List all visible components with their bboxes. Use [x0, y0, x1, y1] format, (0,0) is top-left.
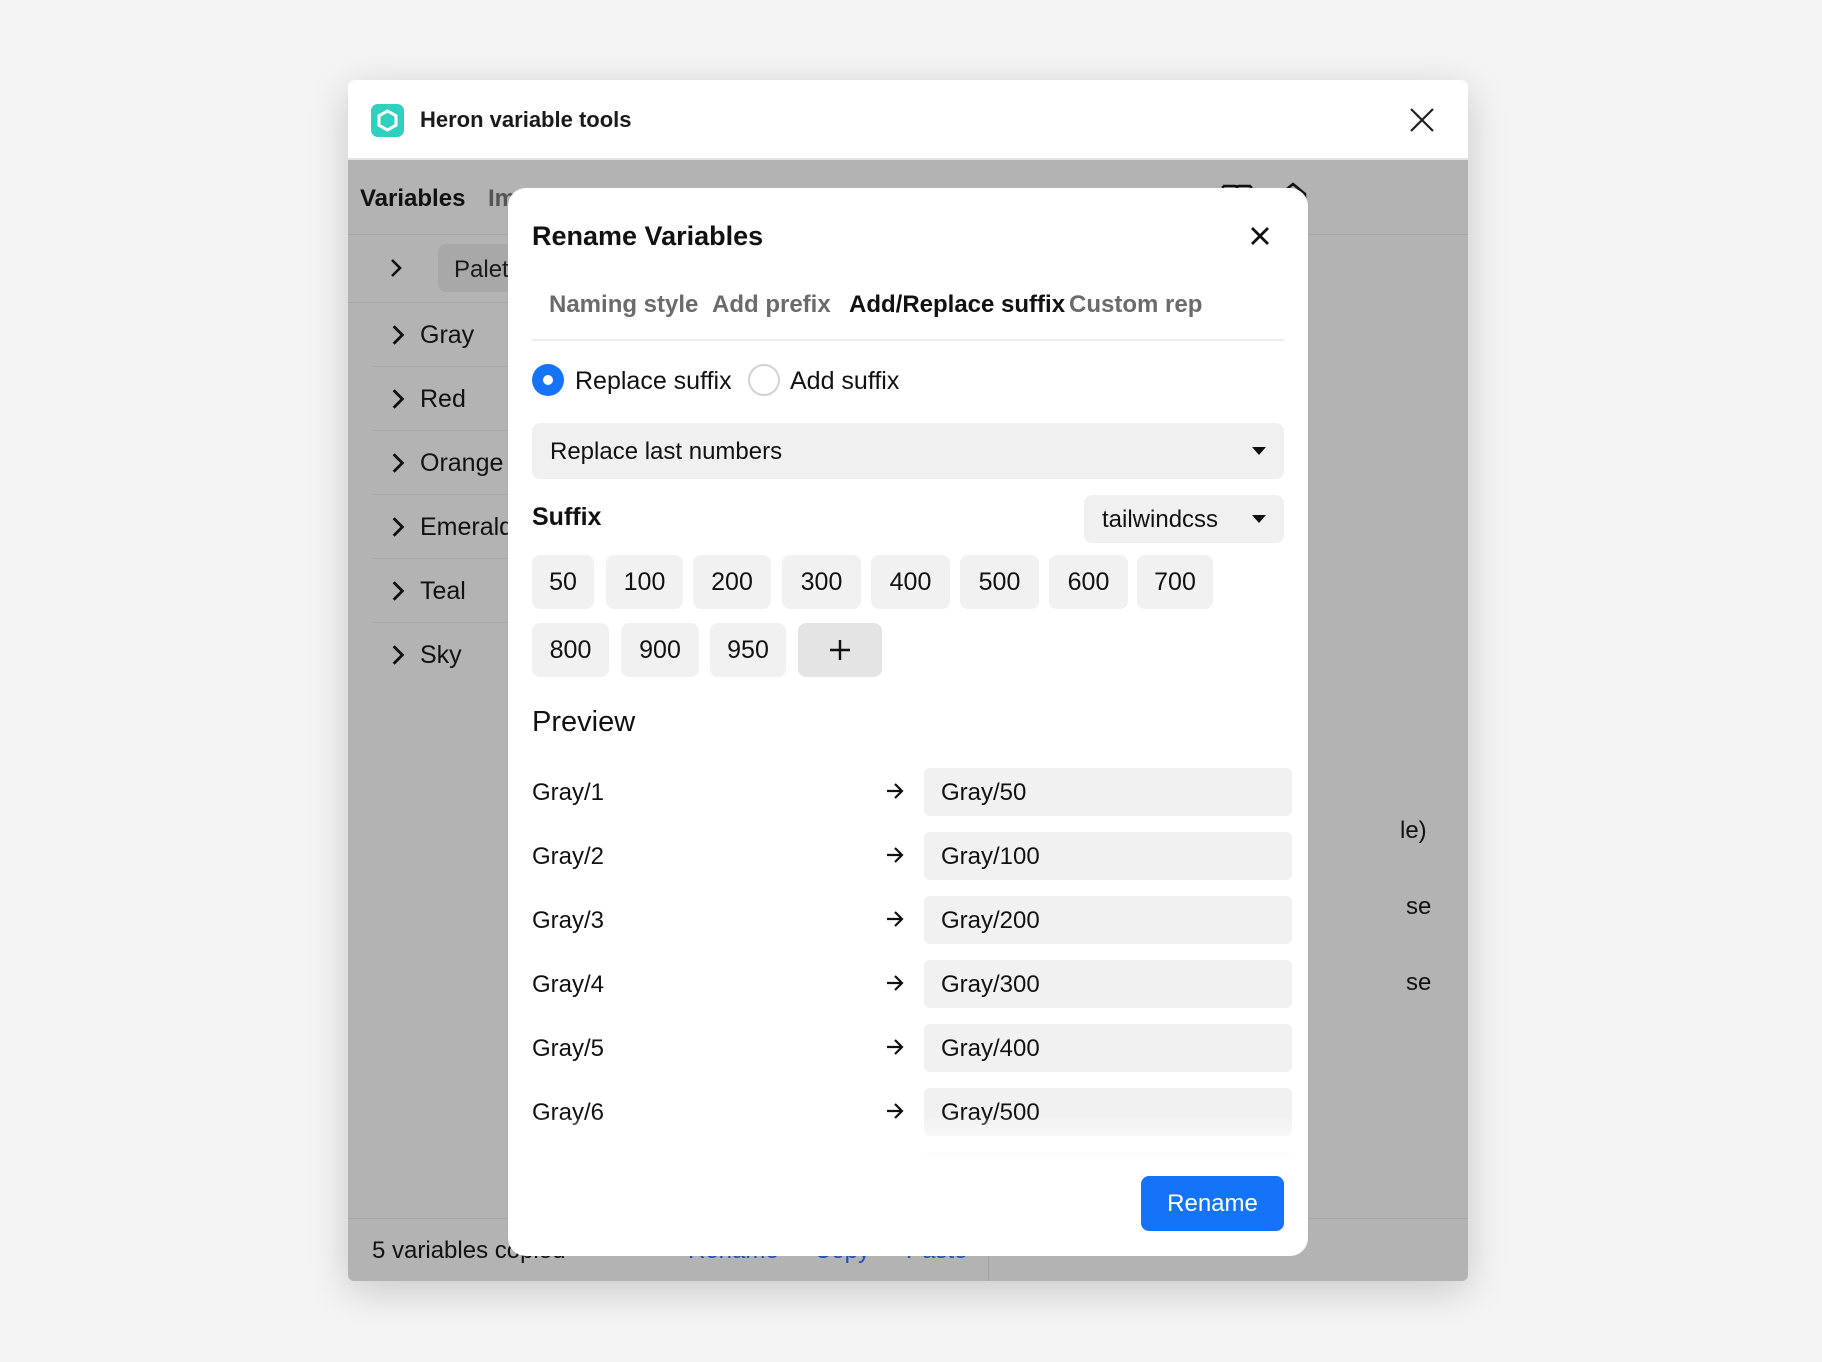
- preview-row: Gray/2 Gray/100: [532, 832, 1292, 880]
- arrow-right-icon: [887, 847, 904, 863]
- radio-replace-suffix-label[interactable]: Replace suffix: [575, 367, 732, 396]
- preview-to-field[interactable]: Gray/500: [924, 1088, 1292, 1136]
- suffix-preset-select[interactable]: tailwindcss: [1084, 495, 1284, 543]
- suffix-chip[interactable]: 700: [1137, 555, 1213, 609]
- dialog-close-button[interactable]: [1246, 222, 1274, 250]
- caret-down-icon: [1252, 515, 1266, 523]
- rename-button[interactable]: Rename: [1141, 1176, 1284, 1231]
- preview-title: Preview: [532, 706, 636, 738]
- preview-from: Gray/6: [532, 1099, 605, 1126]
- suffix-label: Suffix: [532, 503, 602, 531]
- preview-list[interactable]: Gray/1 Gray/50 Gray/2 Gray/100 Gray/3 Gr…: [532, 768, 1292, 1188]
- suffix-chip[interactable]: 800: [532, 623, 609, 677]
- preview-to-field[interactable]: Gray/50: [924, 768, 1292, 816]
- arrow-right-icon: [887, 975, 904, 991]
- tab-add-prefix[interactable]: Add prefix: [712, 291, 831, 319]
- suffix-chip[interactable]: 200: [693, 555, 771, 609]
- preview-to-field[interactable]: Gray/200: [924, 896, 1292, 944]
- chevron-right-icon: [392, 645, 405, 665]
- tab-naming-style[interactable]: Naming style: [549, 291, 698, 319]
- suffix-chip[interactable]: 400: [871, 555, 950, 609]
- suffix-chip[interactable]: 300: [782, 555, 861, 609]
- preview-from: Gray/7: [532, 1163, 605, 1188]
- preview-row: Gray/6 Gray/500: [532, 1088, 1292, 1136]
- preview-row: Gray/3 Gray/200: [532, 896, 1292, 944]
- tab-custom-replace[interactable]: Custom rep: [1069, 291, 1202, 319]
- window-close-button[interactable]: [1406, 104, 1438, 136]
- caret-down-icon: [1252, 447, 1266, 455]
- chevron-right-icon: [392, 325, 405, 345]
- group-label: Sky: [420, 641, 462, 669]
- group-label: Gray: [420, 321, 475, 349]
- rename-dialog: Rename Variables Naming style Add prefix…: [508, 188, 1308, 1256]
- preview-from: Gray/4: [532, 971, 605, 998]
- tab-add-replace-suffix[interactable]: Add/Replace suffix: [849, 291, 1065, 319]
- preview-from: Gray/2: [532, 843, 605, 870]
- suffix-chip[interactable]: 100: [606, 555, 683, 609]
- group-label: Emerald: [420, 513, 514, 541]
- chevron-right-icon: [392, 517, 405, 537]
- suffix-chip[interactable]: 600: [1049, 555, 1128, 609]
- plus-icon: [830, 640, 850, 660]
- preview-row: Gray/1 Gray/50: [532, 768, 1292, 816]
- group-label: Orange: [420, 449, 504, 477]
- arrow-right-icon: [887, 1039, 904, 1055]
- preview-to-field[interactable]: Gray/100: [924, 832, 1292, 880]
- arrow-right-icon: [887, 911, 904, 927]
- close-icon: [1251, 227, 1269, 245]
- app-title: Heron variable tools: [420, 107, 632, 132]
- suffix-chip[interactable]: 50: [532, 555, 594, 609]
- replace-mode-select[interactable]: Replace last numbers: [532, 423, 1284, 479]
- tab-variables[interactable]: Variables: [360, 185, 465, 213]
- arrow-right-icon: [887, 1103, 904, 1119]
- preview-from: Gray/1: [532, 779, 605, 806]
- group-label: Teal: [420, 577, 466, 605]
- radio-add-suffix-label[interactable]: Add suffix: [790, 367, 899, 396]
- chevron-right-icon: [391, 259, 402, 277]
- preview-to-field[interactable]: Gray/400: [924, 1024, 1292, 1072]
- preview-row: Gray/4 Gray/300: [532, 960, 1292, 1008]
- arrow-right-icon: [887, 783, 904, 799]
- preview-from: Gray/3: [532, 907, 605, 934]
- chevron-right-icon: [392, 453, 405, 473]
- close-icon: [1410, 108, 1434, 132]
- dialog-tabs: Naming style Add prefix Add/Replace suff…: [532, 288, 1284, 341]
- dialog-title: Rename Variables: [532, 221, 764, 251]
- preview-row: Gray/5 Gray/400: [532, 1024, 1292, 1072]
- preview-to-field[interactable]: Gray/300: [924, 960, 1292, 1008]
- radio-replace-suffix[interactable]: [532, 364, 564, 396]
- suffix-chip[interactable]: 500: [960, 555, 1039, 609]
- arrow-right-icon: [887, 1167, 904, 1183]
- app-logo-icon: [371, 104, 404, 137]
- suffix-chip[interactable]: 950: [710, 623, 786, 677]
- preview-from: Gray/5: [532, 1035, 605, 1062]
- suffix-chip[interactable]: 900: [621, 623, 699, 677]
- radio-add-suffix[interactable]: [748, 364, 780, 396]
- chevron-right-icon: [392, 581, 405, 601]
- group-label: Red: [420, 385, 466, 413]
- title-bar: Heron variable tools: [348, 80, 1468, 160]
- add-suffix-chip-button[interactable]: [798, 623, 882, 677]
- chevron-right-icon: [392, 389, 405, 409]
